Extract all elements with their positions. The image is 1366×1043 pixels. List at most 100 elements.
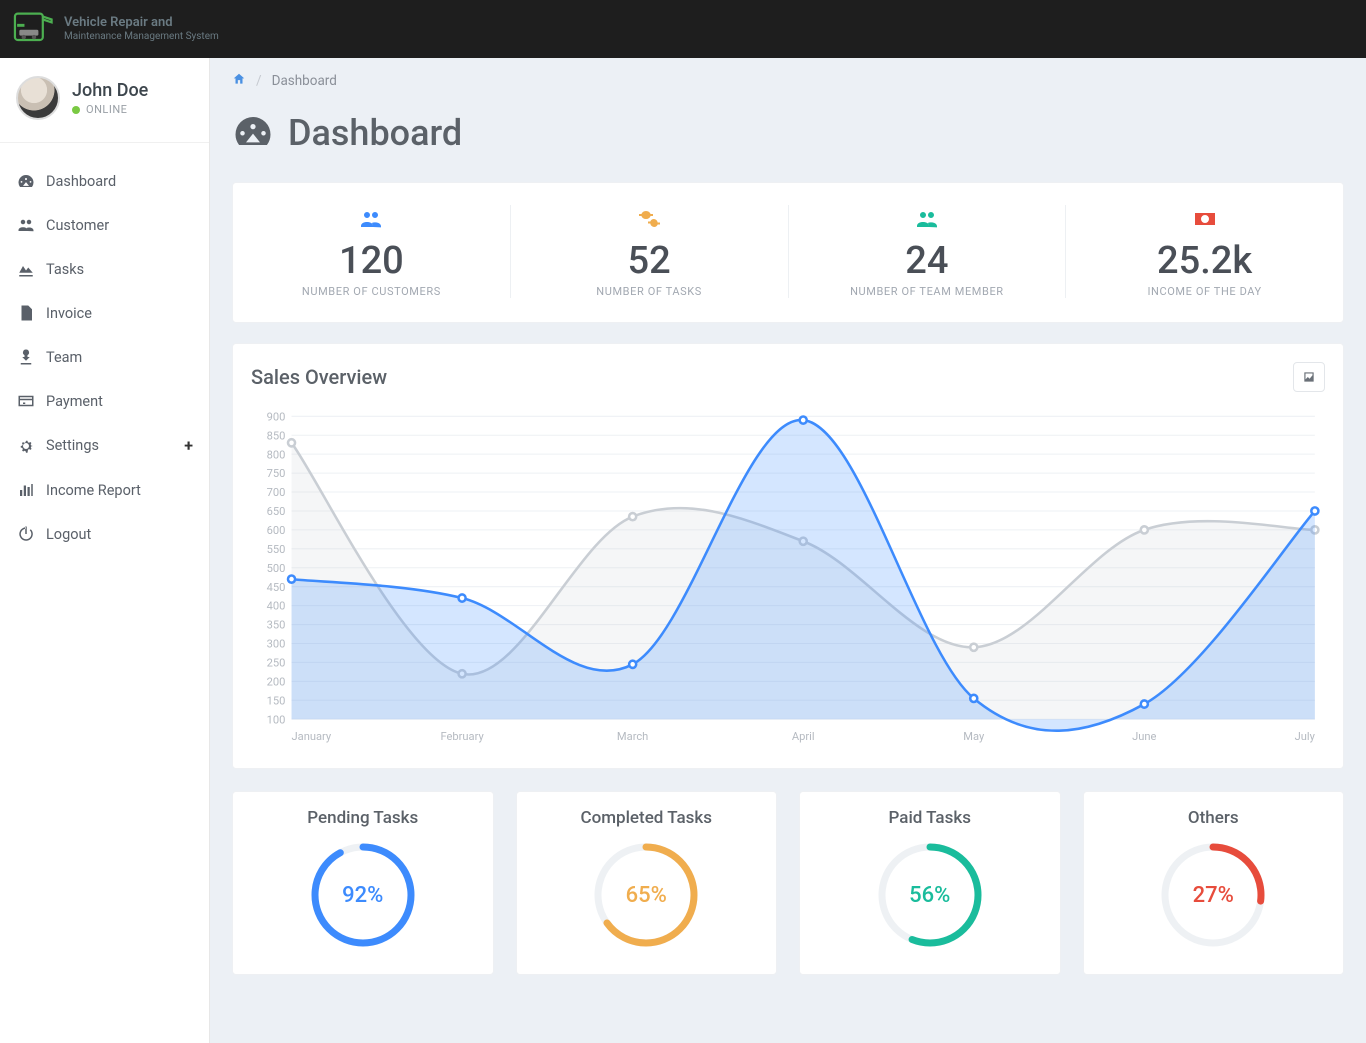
svg-text:July: July	[1295, 730, 1316, 743]
sidebar-item-label: Payment	[46, 393, 103, 410]
stat-label: NUMBER OF CUSTOMERS	[243, 285, 500, 298]
app-logo-icon	[12, 10, 56, 48]
svg-text:300: 300	[267, 638, 286, 651]
sidebar-item-invoice[interactable]: Invoice	[0, 291, 209, 335]
user-name: John Doe	[72, 80, 148, 101]
page-title: Dashboard	[288, 112, 462, 154]
donut-chart: 27%	[1158, 840, 1268, 950]
stats-card: 120 NUMBER OF CUSTOMERS 52 NUMBER OF TASKS 2…	[232, 182, 1344, 323]
svg-text:February: February	[440, 730, 484, 743]
svg-text:June: June	[1132, 730, 1156, 743]
svg-text:March: March	[617, 730, 648, 743]
svg-text:650: 650	[267, 505, 286, 518]
sidebar-item-settings[interactable]: Settings+	[0, 423, 209, 468]
stat-cell: 52 NUMBER OF TASKS	[511, 205, 789, 298]
chart-toggle-button[interactable]	[1293, 362, 1325, 392]
stat-value: 52	[521, 239, 778, 283]
topbar: Vehicle Repair and Maintenance Managemen…	[0, 0, 1366, 58]
sidebar-item-label: Team	[46, 349, 82, 366]
chart-title: Sales Overview	[251, 365, 387, 389]
sidebar-item-label: Customer	[46, 217, 109, 234]
stat-value: 25.2k	[1076, 239, 1333, 283]
svg-text:700: 700	[267, 486, 286, 499]
team-icon	[16, 348, 36, 366]
sidebar-item-logout[interactable]: Logout	[0, 512, 209, 556]
content: / Dashboard Dashboard 120 NUMBER OF CUSTO…	[210, 58, 1366, 1043]
svg-text:May: May	[963, 730, 985, 743]
svg-text:500: 500	[267, 562, 286, 575]
svg-text:850: 850	[267, 429, 286, 442]
stat-cell: 25.2k INCOME OF THE DAY	[1066, 205, 1343, 298]
sidebar-item-tasks[interactable]: Tasks	[0, 247, 209, 291]
svg-text:450: 450	[267, 581, 286, 594]
donut-card: Others 27%	[1083, 791, 1345, 975]
donut-chart: 65%	[591, 840, 701, 950]
svg-text:250: 250	[267, 656, 286, 669]
svg-text:350: 350	[267, 619, 286, 632]
donut-card: Paid Tasks 56%	[799, 791, 1061, 975]
stat-value: 120	[243, 239, 500, 283]
sidebar-item-customer[interactable]: Customer	[0, 203, 209, 247]
donut-title: Paid Tasks	[810, 808, 1050, 828]
expand-icon[interactable]: +	[184, 436, 193, 455]
stat-label: NUMBER OF TASKS	[521, 285, 778, 298]
donut-card: Pending Tasks 92%	[232, 791, 494, 975]
tasks-icon	[16, 260, 36, 278]
sidebar-item-label: Tasks	[46, 261, 84, 278]
money-icon	[1076, 205, 1333, 233]
breadcrumb-current: Dashboard	[272, 73, 337, 89]
donut-percent: 27%	[1158, 840, 1268, 950]
home-icon[interactable]	[232, 72, 246, 90]
page-header: Dashboard	[210, 104, 1366, 182]
sidebar-item-label: Invoice	[46, 305, 92, 322]
chart-area: 1001502002503003504004505005506006507007…	[251, 406, 1325, 746]
dashboard-icon	[16, 172, 36, 190]
stat-label: NUMBER OF TEAM MEMBER	[799, 285, 1056, 298]
donut-percent: 65%	[591, 840, 701, 950]
logout-icon	[16, 525, 36, 543]
sidebar-item-income-report[interactable]: Income Report	[0, 468, 209, 512]
svg-text:200: 200	[267, 675, 286, 688]
stat-cell: 120 NUMBER OF CUSTOMERS	[233, 205, 511, 298]
donut-title: Completed Tasks	[527, 808, 767, 828]
gears-icon	[521, 205, 778, 233]
stat-label: INCOME OF THE DAY	[1076, 285, 1333, 298]
stat-cell: 24 NUMBER OF TEAM MEMBER	[789, 205, 1067, 298]
invoice-icon	[16, 304, 36, 322]
stat-value: 24	[799, 239, 1056, 283]
svg-text:900: 900	[267, 410, 286, 423]
breadcrumb-separator: /	[256, 73, 262, 89]
svg-text:150: 150	[267, 694, 286, 707]
settings-icon	[16, 437, 36, 455]
sidebar-item-payment[interactable]: Payment	[0, 379, 209, 423]
svg-text:800: 800	[267, 448, 286, 461]
donut-percent: 56%	[875, 840, 985, 950]
customers-icon	[243, 205, 500, 233]
user-status: ONLINE	[72, 103, 148, 116]
logo[interactable]: Vehicle Repair and Maintenance Managemen…	[12, 10, 219, 48]
donut-title: Others	[1094, 808, 1334, 828]
image-icon	[1302, 370, 1316, 384]
sidebar-item-label: Logout	[46, 526, 91, 543]
app-title: Vehicle Repair and Maintenance Managemen…	[64, 16, 219, 41]
donut-percent: 92%	[308, 840, 418, 950]
report-icon	[16, 481, 36, 499]
payment-icon	[16, 392, 36, 410]
dashboard-icon	[232, 110, 274, 156]
donut-row: Pending Tasks 92% Completed Tasks 65% Paid T…	[232, 791, 1344, 975]
sidebar-item-label: Income Report	[46, 482, 141, 499]
svg-text:400: 400	[267, 600, 286, 613]
donut-title: Pending Tasks	[243, 808, 483, 828]
chart-card: Sales Overview 1001502002503003504004505…	[232, 343, 1344, 769]
avatar[interactable]	[16, 76, 60, 120]
sidebar: John Doe ONLINE Dashboard Customer Tasks In…	[0, 58, 210, 1043]
breadcrumb: / Dashboard	[210, 58, 1366, 104]
svg-text:550: 550	[267, 543, 286, 556]
customers-icon	[16, 216, 36, 234]
sidebar-item-team[interactable]: Team	[0, 335, 209, 379]
app-title-line1: Vehicle Repair and	[64, 16, 219, 30]
nav: Dashboard Customer Tasks Invoice Team Payment…	[0, 143, 209, 556]
svg-text:600: 600	[267, 524, 286, 537]
app-title-line2: Maintenance Management System	[64, 31, 219, 42]
sidebar-item-dashboard[interactable]: Dashboard	[0, 159, 209, 203]
